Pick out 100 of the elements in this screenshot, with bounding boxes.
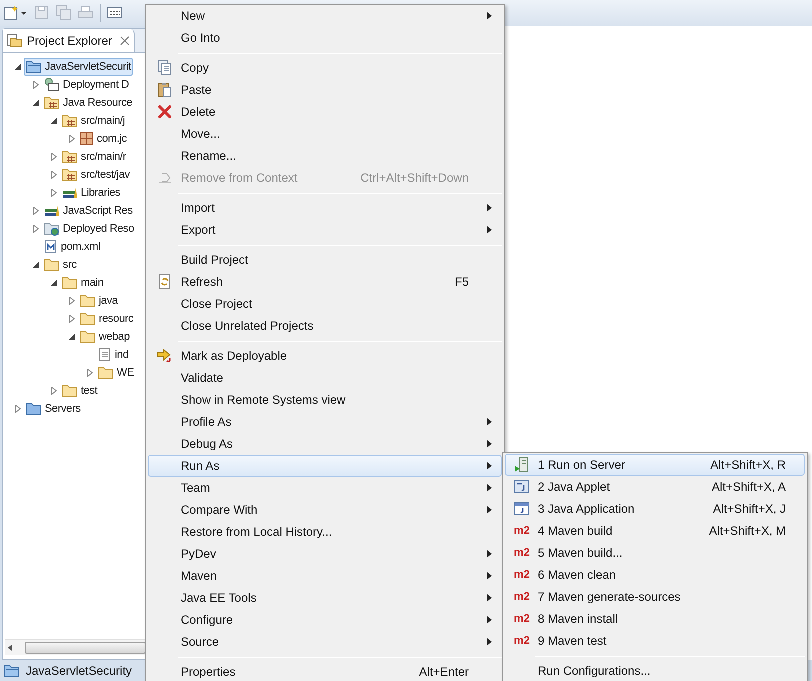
- package-icon: [80, 132, 94, 146]
- tree-item[interactable]: src/main/r: [60, 148, 128, 166]
- menu-item[interactable]: Run As: [148, 455, 502, 477]
- new-icon[interactable]: [4, 5, 28, 21]
- view-tab[interactable]: Project Explorer: [3, 29, 136, 52]
- folder-icon: [7, 34, 23, 48]
- menu-item[interactable]: Maven: [148, 565, 502, 587]
- horizontal-scrollbar[interactable]: [5, 639, 146, 655]
- delete-icon: [158, 105, 172, 119]
- menu-item[interactable]: Debug As: [148, 433, 502, 455]
- menu-item[interactable]: Build Project: [148, 249, 502, 271]
- tree-item[interactable]: main: [60, 274, 106, 292]
- menu-item[interactable]: Validate: [148, 367, 502, 389]
- menu-item[interactable]: Close Unrelated Projects: [148, 315, 502, 337]
- menu-item[interactable]: Profile As: [148, 411, 502, 433]
- menu-item[interactable]: m2 7 Maven generate-sources: [505, 586, 805, 608]
- menu-item[interactable]: Mark as Deployable: [148, 345, 502, 367]
- tree-item[interactable]: Deployment D: [42, 76, 132, 94]
- expanded-arrow-icon[interactable]: [14, 63, 22, 71]
- collapsed-arrow-icon[interactable]: [68, 135, 76, 143]
- collapsed-arrow-icon[interactable]: [50, 171, 58, 179]
- menu-item[interactable]: Show in Remote Systems view: [148, 389, 502, 411]
- close-icon[interactable]: [120, 36, 130, 46]
- menu-item[interactable]: Export: [148, 219, 502, 241]
- menu-item[interactable]: Move...: [148, 123, 502, 145]
- collapsed-arrow-icon[interactable]: [50, 189, 58, 197]
- scrollbar-thumb[interactable]: [25, 642, 146, 654]
- menu-item[interactable]: Compare With: [148, 499, 502, 521]
- folder-icon: [62, 276, 78, 290]
- folder-icon: [80, 294, 96, 308]
- menu-item[interactable]: m2 9 Maven test: [505, 630, 805, 652]
- menu-item[interactable]: Java EE Tools: [148, 587, 502, 609]
- tree-item[interactable]: test: [60, 382, 100, 400]
- expanded-arrow-icon[interactable]: [32, 99, 40, 107]
- save-icon[interactable]: [34, 5, 50, 21]
- menu-item[interactable]: Delete: [148, 101, 502, 123]
- menu-item[interactable]: Refresh F5: [148, 271, 502, 293]
- menu-item[interactable]: Go Into: [148, 27, 502, 49]
- tree-item[interactable]: pom.xml: [42, 238, 102, 256]
- collapsed-arrow-icon[interactable]: [68, 315, 76, 323]
- tree-item[interactable]: Deployed Reso: [42, 220, 136, 238]
- menu-item[interactable]: Restore from Local History...: [148, 521, 502, 543]
- collapsed-arrow-icon[interactable]: [50, 153, 58, 161]
- menu-item[interactable]: Rename...: [148, 145, 502, 167]
- menu-item[interactable]: m2 4 Maven build Alt+Shift+X, M: [505, 520, 805, 542]
- tree-item[interactable]: ind: [96, 346, 131, 364]
- expanded-arrow-icon[interactable]: [50, 279, 58, 287]
- tree-item[interactable]: com.jc: [78, 130, 129, 148]
- menu-item[interactable]: m2 6 Maven clean: [505, 564, 805, 586]
- menu-item[interactable]: 1 Run on Server Alt+Shift+X, R: [505, 454, 805, 476]
- applet-icon: [514, 480, 530, 494]
- tree-item[interactable]: JavaScript Res: [42, 202, 135, 220]
- collapsed-arrow-icon[interactable]: [50, 387, 58, 395]
- menu-item[interactable]: Paste: [148, 79, 502, 101]
- tree-item[interactable]: JavaServletSecurit: [24, 58, 134, 76]
- expanded-arrow-icon[interactable]: [32, 261, 40, 269]
- expanded-arrow-icon[interactable]: [50, 117, 58, 125]
- menu-item[interactable]: Copy: [148, 57, 502, 79]
- menu-item[interactable]: 3 Java Application Alt+Shift+X, J: [505, 498, 805, 520]
- tree-item[interactable]: Libraries: [60, 184, 122, 202]
- arrow-icon: [157, 349, 173, 363]
- m2-label: m2: [514, 612, 530, 627]
- m2-label: m2: [514, 546, 530, 561]
- books-icon: [44, 204, 60, 218]
- menu-item[interactable]: Close Project: [148, 293, 502, 315]
- servers-icon: [26, 402, 42, 416]
- collapsed-arrow-icon[interactable]: [32, 225, 40, 233]
- print-icon[interactable]: [78, 5, 94, 21]
- clipboard-icon: [158, 82, 172, 98]
- menu-item[interactable]: PyDev: [148, 543, 502, 565]
- tree-item[interactable]: java: [78, 292, 120, 310]
- menu-item[interactable]: Run Configurations...: [505, 660, 805, 681]
- project-icon: [26, 60, 42, 74]
- expanded-arrow-icon[interactable]: [68, 333, 76, 341]
- menu-item[interactable]: m2 8 Maven install: [505, 608, 805, 630]
- deployed-icon: [44, 222, 60, 236]
- tree-item[interactable]: src: [42, 256, 79, 274]
- collapsed-arrow-icon[interactable]: [32, 207, 40, 215]
- menu-item[interactable]: Team: [148, 477, 502, 499]
- menu-item[interactable]: New: [148, 5, 502, 27]
- menu-item[interactable]: m2 5 Maven build...: [505, 542, 805, 564]
- tree-item[interactable]: src/test/jav: [60, 166, 132, 184]
- binary-icon[interactable]: [107, 5, 123, 21]
- tree-item[interactable]: Servers: [24, 400, 83, 418]
- menu-item[interactable]: Import: [148, 197, 502, 219]
- menu-item[interactable]: Source: [148, 631, 502, 653]
- collapsed-arrow-icon[interactable]: [86, 369, 94, 377]
- menu-item[interactable]: Properties Alt+Enter: [148, 661, 502, 681]
- collapsed-arrow-icon[interactable]: [68, 297, 76, 305]
- menu-item[interactable]: Configure: [148, 609, 502, 631]
- remove-context-icon: [158, 171, 172, 185]
- tree-item[interactable]: resourc: [78, 310, 136, 328]
- collapsed-arrow-icon[interactable]: [14, 405, 22, 413]
- tree-item[interactable]: src/main/j: [60, 112, 128, 130]
- menu-item[interactable]: 2 Java Applet Alt+Shift+X, A: [505, 476, 805, 498]
- collapsed-arrow-icon[interactable]: [32, 81, 40, 89]
- folder-icon: [98, 366, 114, 380]
- tree-item[interactable]: WE: [96, 364, 136, 382]
- tree-item[interactable]: Java Resource: [42, 94, 134, 112]
- tree-item[interactable]: webap: [78, 328, 132, 346]
